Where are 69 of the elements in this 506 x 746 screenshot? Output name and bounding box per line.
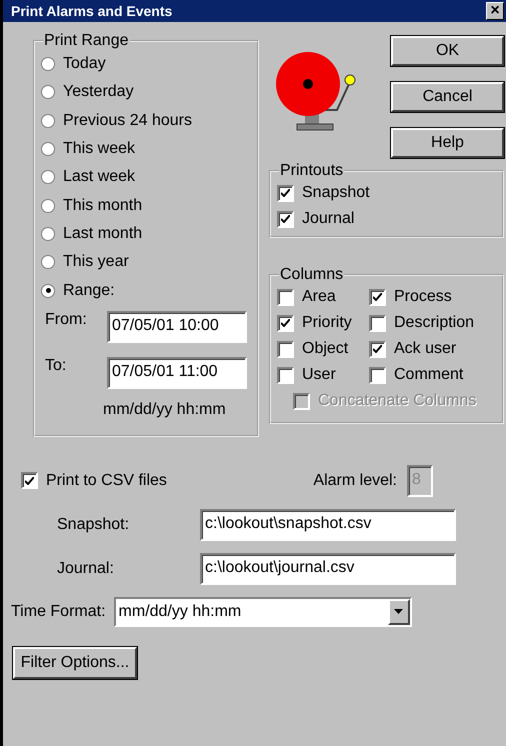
radio-label: Previous 24 hours	[63, 112, 192, 130]
radio-button[interactable]	[41, 170, 55, 184]
checkbox[interactable]	[277, 340, 294, 358]
checkbox[interactable]	[277, 314, 294, 332]
checkmark-icon	[281, 319, 290, 327]
checkmark-icon	[281, 189, 290, 197]
group-title: Columns	[279, 266, 344, 284]
checkbox-label: Process	[394, 288, 452, 306]
filter-options-button[interactable]: Filter Options...	[13, 646, 137, 679]
checkbox[interactable]	[277, 210, 294, 228]
radio-button[interactable]	[41, 114, 55, 128]
radio-label: Last month	[63, 224, 142, 243]
radio-label: Yesterday	[63, 83, 134, 102]
dialog-button[interactable]: Help	[391, 128, 504, 158]
checkbox[interactable]	[277, 184, 294, 202]
checkbox[interactable]	[277, 366, 294, 384]
checkbox-label: Priority	[302, 314, 352, 332]
checkbox-label: Concatenate Columns	[318, 392, 476, 410]
checkmark-icon	[25, 476, 34, 485]
radio-label: Today	[63, 55, 106, 74]
checkbox-label: User	[302, 366, 336, 384]
radio-button[interactable]	[41, 284, 55, 298]
from-field[interactable]: 07/05/01 10:00	[107, 310, 247, 343]
checkbox[interactable]	[369, 340, 386, 358]
checkmark-icon	[373, 293, 382, 301]
to-field[interactable]: 07/05/01 11:00	[107, 356, 247, 389]
radio-button[interactable]	[41, 198, 55, 213]
group-title: Print Range	[43, 32, 130, 50]
group-title: Printouts	[279, 162, 344, 180]
checkbox-label: Journal	[302, 210, 354, 228]
radio-button[interactable]	[41, 226, 55, 241]
checkbox-label: Area	[302, 288, 336, 306]
checkbox[interactable]	[21, 472, 38, 490]
radio-button[interactable]	[41, 142, 55, 156]
checkbox[interactable]	[277, 288, 294, 306]
checkbox-label: Snapshot	[302, 184, 370, 202]
radio-button[interactable]	[41, 255, 55, 270]
dialog-button[interactable]: OK	[391, 36, 504, 66]
checkbox-label: Object	[302, 340, 348, 358]
dropdown-value: mm/dd/yy hh:mm	[118, 602, 242, 621]
radio-label: Last week	[63, 168, 136, 186]
checkbox-label: Description	[394, 314, 474, 332]
time-format-dropdown[interactable]: mm/dd/yy hh:mm	[114, 596, 412, 627]
checkbox[interactable]	[369, 314, 386, 332]
snapshot-path-field[interactable]: c:\lookout\snapshot.csv	[200, 508, 456, 541]
checkbox-label: Ack user	[394, 340, 456, 358]
from-label: From:	[45, 310, 88, 329]
radio-button[interactable]	[41, 57, 55, 72]
checkmark-icon	[373, 345, 382, 353]
radio-label: This year	[63, 253, 129, 272]
radio-label: Range:	[63, 282, 115, 300]
checkbox[interactable]	[369, 288, 386, 306]
journal-label: Journal:	[57, 560, 115, 578]
checkbox-label: Print to CSV files	[46, 472, 167, 490]
checkbox[interactable]	[369, 366, 386, 384]
dialog-button[interactable]: Cancel	[391, 82, 504, 112]
radio-label: This month	[63, 196, 142, 215]
snapshot-label: Snapshot:	[57, 516, 130, 534]
format-hint: mm/dd/yy hh:mm	[103, 400, 226, 420]
to-label: To:	[45, 356, 68, 375]
checkmark-icon	[281, 215, 290, 223]
checkbox-label: Comment	[394, 366, 464, 384]
alarm-level-label: Alarm level:	[313, 472, 397, 490]
window-title: Print Alarms and Events	[11, 3, 172, 19]
close-button[interactable]: ×	[486, 2, 504, 20]
journal-path-field[interactable]: c:\lookout\journal.csv	[200, 552, 456, 585]
time-format-label: Time Format:	[11, 602, 106, 621]
radio-label: This week	[63, 140, 136, 158]
radio-button[interactable]	[41, 85, 55, 100]
